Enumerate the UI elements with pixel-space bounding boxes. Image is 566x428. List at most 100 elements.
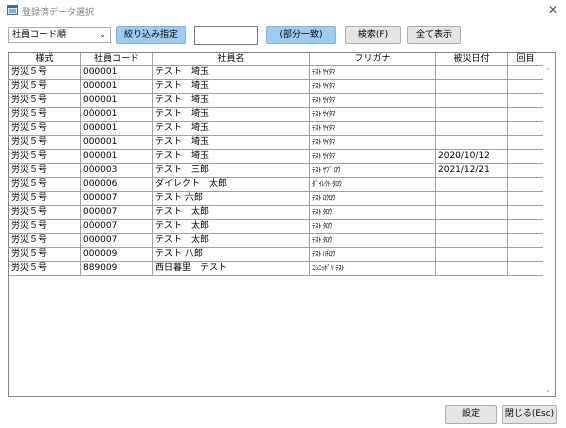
cell-date [436, 192, 508, 206]
form-icon [7, 5, 18, 15]
cell-form: 労災５号 [9, 122, 81, 136]
cell-employee-code: 000001 [81, 122, 153, 136]
cell-form: 労災５号 [9, 150, 81, 164]
cell-employee-code: 000007 [81, 220, 153, 234]
vertical-scrollbar[interactable]: ⌃ ⌄ [543, 53, 555, 396]
cell-form: 労災５号 [9, 94, 81, 108]
table-row[interactable]: 労災５号 000003 テスト 三郎 ﾃｽﾄ ｻﾌﾞ ﾛｳ 2021/12/21 [9, 164, 544, 178]
cell-employee-code: 000003 [81, 164, 153, 178]
table-row[interactable]: 労災５号 000007 テスト 太郎 ﾃｽﾄ ﾀﾛｳ [9, 206, 544, 220]
table-row[interactable]: 労災５号 000001 テスト 埼玉 ﾃｽﾄ ｻｲﾀﾏ [9, 108, 544, 122]
partial-match-button[interactable]: (部分一致) [266, 26, 336, 44]
cell-employee-name: テスト 埼玉 [153, 136, 310, 150]
cell-employee-code: 000007 [81, 206, 153, 220]
cell-date [436, 80, 508, 94]
cell-count [508, 206, 544, 220]
cell-form: 労災５号 [9, 178, 81, 192]
grid-header: 様式 社員コード 社員名 フリガナ 被災日付 回目 [9, 53, 544, 66]
cell-employee-name: テスト 埼玉 [153, 108, 310, 122]
cell-employee-name: テスト 埼玉 [153, 80, 310, 94]
cell-kana: ﾃｽﾄ ｻｲﾀﾏ [310, 66, 436, 80]
table-row[interactable]: 労災５号 000009 テスト 八郎 ﾃｽﾄ ﾊﾁﾛｳ [9, 248, 544, 262]
cell-kana: ﾃｽﾄ ｻｲﾀﾏ [310, 108, 436, 122]
cell-employee-name: テスト 八郎 [153, 248, 310, 262]
cell-count [508, 108, 544, 122]
column-header-count[interactable]: 回目 [508, 53, 544, 66]
filter-button[interactable]: 絞り込み指定 [116, 26, 186, 44]
cell-date [436, 220, 508, 234]
cell-form: 労災５号 [9, 262, 81, 276]
sort-order-select[interactable]: 社員コード順 ⌄ [8, 27, 111, 43]
cell-employee-name: テスト 太郎 [153, 206, 310, 220]
column-header-code[interactable]: 社員コード [81, 53, 153, 66]
cell-date [436, 206, 508, 220]
cell-employee-code: 889009 [81, 262, 153, 276]
cell-count [508, 94, 544, 108]
cell-date: 2021/12/21 [436, 164, 508, 178]
cell-count [508, 150, 544, 164]
cell-count [508, 136, 544, 150]
data-grid[interactable]: 様式 社員コード 社員名 フリガナ 被災日付 回目 労災５号 000001 テスト … [8, 52, 556, 397]
cell-kana: ﾃｽﾄ ｻﾌﾞ ﾛｳ [310, 164, 436, 178]
cell-kana: ﾃｽﾄ ﾀﾛｳ [310, 220, 436, 234]
cell-employee-code: 000007 [81, 234, 153, 248]
cell-form: 労災５号 [9, 248, 81, 262]
cell-kana: ﾃｽﾄ ｻｲﾀﾏ [310, 80, 436, 94]
table-row[interactable]: 労災５号 000001 テスト 埼玉 ﾃｽﾄ ｻｲﾀﾏ 2020/10/12 [9, 150, 544, 164]
cell-count [508, 220, 544, 234]
column-header-form[interactable]: 様式 [9, 53, 81, 66]
cell-count [508, 164, 544, 178]
scroll-up-icon[interactable]: ⌃ [545, 67, 551, 75]
table-row[interactable]: 労災５号 000006 ダイレクト 太郎 ﾀﾞｲﾚｸﾄ ﾀﾛｳ [9, 178, 544, 192]
cell-count [508, 262, 544, 276]
cell-kana: ﾃｽﾄ ﾊﾁﾛｳ [310, 248, 436, 262]
column-header-name[interactable]: 社員名 [153, 53, 310, 66]
cell-employee-code: 000007 [81, 192, 153, 206]
sort-order-value: 社員コード順 [12, 30, 67, 40]
show-all-button[interactable]: 全て表示 [407, 26, 461, 44]
column-header-kana[interactable]: フリガナ [310, 53, 436, 66]
cell-date [436, 108, 508, 122]
cell-date [436, 94, 508, 108]
cell-count [508, 80, 544, 94]
cell-count [508, 178, 544, 192]
cell-employee-code: 000001 [81, 66, 153, 80]
table-row[interactable]: 労災５号 000007 テスト 六郎 ﾃｽﾄ ﾛｸﾛｳ [9, 192, 544, 206]
cell-employee-name: テスト 埼玉 [153, 150, 310, 164]
cell-employee-name: テスト 埼玉 [153, 122, 310, 136]
cell-count [508, 234, 544, 248]
table-row[interactable]: 労災５号 889009 西日暮里 テスト ﾆｼﾆｯﾎﾟﾘ ﾃｽﾄ [9, 262, 544, 276]
search-button[interactable]: 検索(F) [345, 26, 401, 44]
table-row[interactable]: 労災５号 000007 テスト 太郎 ﾃｽﾄ ﾀﾛｳ [9, 234, 544, 248]
cell-employee-code: 000001 [81, 108, 153, 122]
search-input[interactable] [194, 26, 258, 45]
cell-count [508, 66, 544, 80]
cell-employee-name: ダイレクト 太郎 [153, 178, 310, 192]
cell-count [508, 192, 544, 206]
table-row[interactable]: 労災５号 000001 テスト 埼玉 ﾃｽﾄ ｻｲﾀﾏ [9, 80, 544, 94]
table-row[interactable]: 労災５号 000001 テスト 埼玉 ﾃｽﾄ ｻｲﾀﾏ [9, 122, 544, 136]
close-icon[interactable]: ✕ [548, 3, 558, 17]
cell-date [436, 66, 508, 80]
cell-kana: ﾆｼﾆｯﾎﾟﾘ ﾃｽﾄ [310, 262, 436, 276]
column-header-date[interactable]: 被災日付 [436, 53, 508, 66]
cell-employee-code: 000006 [81, 178, 153, 192]
table-row[interactable]: 労災５号 000001 テスト 埼玉 ﾃｽﾄ ｻｲﾀﾏ [9, 66, 544, 80]
cell-form: 労災５号 [9, 192, 81, 206]
cell-kana: ﾃｽﾄ ｻｲﾀﾏ [310, 150, 436, 164]
cell-employee-name: テスト 埼玉 [153, 66, 310, 80]
table-row[interactable]: 労災５号 000001 テスト 埼玉 ﾃｽﾄ ｻｲﾀﾏ [9, 136, 544, 150]
cell-employee-name: テスト 三郎 [153, 164, 310, 178]
scroll-down-icon[interactable]: ⌄ [545, 386, 551, 394]
close-button[interactable]: 閉じる(Esc) [502, 405, 557, 424]
cell-kana: ﾃｽﾄ ｻｲﾀﾏ [310, 122, 436, 136]
cell-date [436, 234, 508, 248]
table-row[interactable]: 労災５号 000001 テスト 埼玉 ﾃｽﾄ ｻｲﾀﾏ [9, 94, 544, 108]
cell-date [436, 178, 508, 192]
table-row[interactable]: 労災５号 000007 テスト 太郎 ﾃｽﾄ ﾀﾛｳ [9, 220, 544, 234]
cell-form: 労災５号 [9, 206, 81, 220]
cell-kana: ﾃｽﾄ ﾀﾛｳ [310, 234, 436, 248]
chevron-down-icon: ⌄ [99, 30, 106, 39]
cell-employee-name: テスト 太郎 [153, 234, 310, 248]
ok-button[interactable]: 設定 [445, 405, 497, 424]
